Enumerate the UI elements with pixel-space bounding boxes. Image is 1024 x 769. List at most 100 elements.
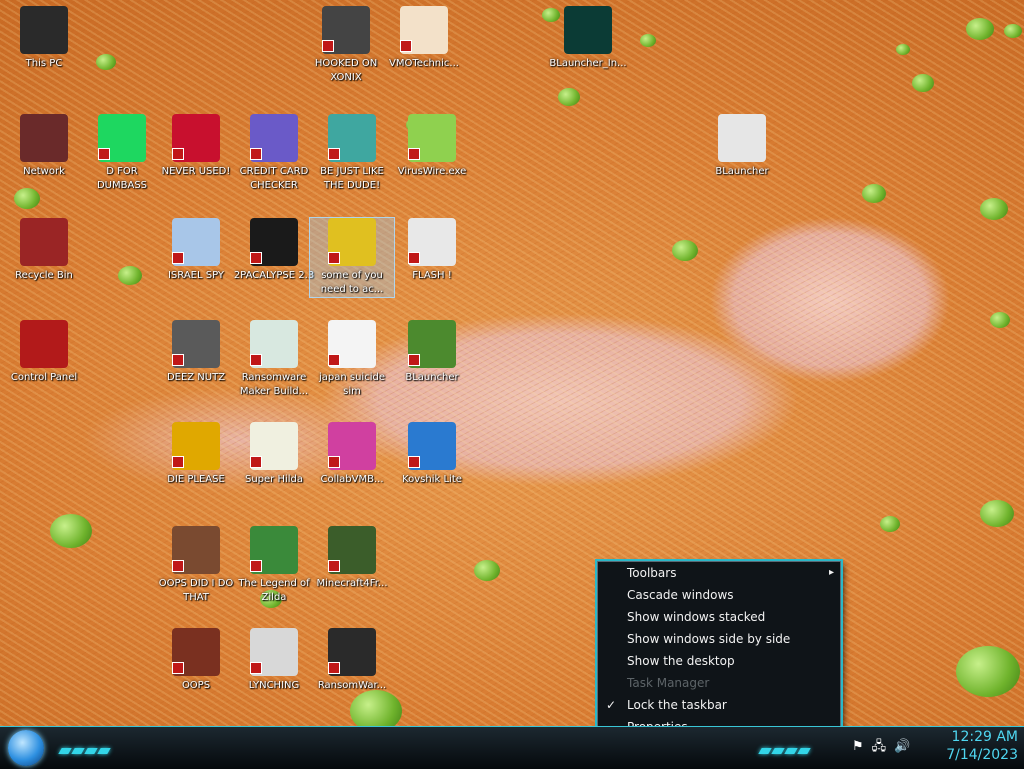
skull-icon [328,628,376,676]
taskbar-context-menu: Toolbars ▸ Cascade windows Show windows sta… [597,561,841,743]
desktop-icon[interactable]: some of you need to ac... [309,217,395,298]
menu-item-toolbars[interactable]: Toolbars ▸ [598,562,840,584]
desktop-icon[interactable]: LYNCHING [232,628,316,693]
volume-icon[interactable]: 🔊 [894,739,910,754]
desktop-icon[interactable]: CREDIT CARD CHECKER [232,114,316,193]
shortcut-badge-icon [250,662,262,674]
grass-block-icon [408,320,456,368]
desktop-icon[interactable]: DEEZ NUTZ [154,320,238,385]
devcpp-icon [172,114,220,162]
santa-icon [328,114,376,162]
desktop-icon-label: OOPS [181,680,211,691]
desktop-icon-label: Minecraft4Fr... [316,578,388,589]
desktop-icon[interactable]: OOPS DID I DO THAT [154,526,238,605]
pea-decoration [558,88,580,106]
clock-date: 7/14/2023 [946,747,1018,763]
clock-time: 12:29 AM [951,729,1018,745]
pea-decoration [862,184,886,203]
desktop-icon-label: DEEZ NUTZ [166,372,226,383]
pea-decoration [1004,24,1022,38]
desktop[interactable]: This PC HOOKED ON XONIX VMOTechnic... BLaun… [0,0,1024,726]
taskbar[interactable]: ⚑ 🖧 🔊 12:29 AM 7/14/2023 [0,726,1024,769]
shortcut-badge-icon [250,252,262,264]
pea-decoration [990,312,1010,328]
desktop-icon-label: Network [23,166,65,177]
desktop-icon-label: DIE PLEASE [167,474,225,485]
blauncher-icon [718,114,766,162]
desktop-icon[interactable]: Control Panel [2,320,86,385]
desktop-icon[interactable]: DIE PLEASE [154,422,238,487]
network-tray-icon[interactable]: 🖧 [872,739,887,754]
zelda-character-icon [250,526,298,574]
desktop-icon[interactable]: This PC [2,6,86,71]
desktop-icon[interactable]: Minecraft4Fr... [310,526,394,591]
pea-decoration [880,516,900,532]
shortcut-badge-icon [400,40,412,52]
desktop-icon[interactable]: 2PACALYPSE 2.3 [232,218,316,283]
desktop-icon[interactable]: Super Hilda [232,422,316,487]
menu-item-show-windows-stacked[interactable]: Show windows stacked [598,606,840,628]
desktop-icon-label: HOOKED ON XONIX [314,58,378,83]
shortcut-badge-icon [328,662,340,674]
desktop-icon-label: NEVER USED! [161,166,231,177]
menu-item-show-the-desktop[interactable]: Show the desktop [598,650,840,672]
system-tray: ⚑ 🖧 🔊 [852,737,918,759]
game-icon [322,6,370,54]
pea-decoration [912,74,934,92]
desktop-icon[interactable]: The Legend of Zilda [232,526,316,605]
desktop-icon[interactable]: CollabVMB... [310,422,394,487]
desktop-icon[interactable]: Ransomware Maker Build... [232,320,316,399]
menu-item-label: Show the desktop [627,654,735,668]
menu-item-cascade-windows[interactable]: Cascade windows [598,584,840,606]
menu-item-lock-the-taskbar[interactable]: ✓ Lock the taskbar [598,694,840,716]
shortcut-badge-icon [172,560,184,572]
pea-decoration [980,500,1014,527]
menu-item-show-windows-side-by-side[interactable]: Show windows side by side [598,628,840,650]
desktop-icon[interactable]: HOOKED ON XONIX [304,6,388,85]
desktop-icon[interactable]: Kovshik Lite [390,422,474,487]
pea-decoration [118,266,142,285]
noose-icon [250,628,298,676]
desktop-icon-label: CREDIT CARD CHECKER [239,166,309,191]
menu-item-label: Cascade windows [627,588,734,602]
desktop-icon[interactable]: OOPS [154,628,238,693]
desktop-icon-label: BLauncher [405,372,459,383]
desktop-icon[interactable]: BLauncher_In... [546,6,630,71]
desktop-icon-label: FLASH ! [412,270,452,281]
windows-stack-icon [172,320,220,368]
desktop-icon-label: D FOR DUMBASS [96,166,148,191]
desktop-icon[interactable]: BE JUST LIKE THE DUDE! [310,114,394,193]
window-app-icon [250,320,298,368]
clock[interactable]: 12:29 AM 7/14/2023 [946,728,1018,764]
doctor-icon [400,6,448,54]
start-button[interactable] [8,730,44,766]
shortcut-badge-icon [408,252,420,264]
shortcut-badge-icon [328,560,340,572]
desktop-icon[interactable]: D FOR DUMBASS [80,114,164,193]
desktop-icon[interactable]: Recycle Bin [2,218,86,283]
desktop-icon[interactable]: BLauncher [390,320,474,385]
pea-decoration [980,198,1008,220]
desktop-icon[interactable]: Network [2,114,86,179]
desktop-icon[interactable]: VirusWire.exe [390,114,474,179]
desktop-icon[interactable]: ISRAEL SPY [154,218,238,283]
desktop-icon[interactable]: FLASH ! [390,218,474,283]
shortcut-badge-icon [408,148,420,160]
desktop-icon[interactable]: BLauncher [700,114,784,179]
flag-icon[interactable]: ⚑ [852,739,864,754]
desktop-icon[interactable]: japan suicide sim [310,320,394,399]
desktop-icon-label: Super Hilda [244,474,304,485]
desktop-icon-label: CollabVMB... [320,474,384,485]
shortcut-badge-icon [328,252,340,264]
taskbar-decor-lights-left [58,739,112,754]
desktop-icon[interactable]: VMOTechnic... [382,6,466,71]
submenu-arrow-icon: ▸ [828,567,834,578]
desktop-icon-label: BE JUST LIKE THE DUDE! [320,166,384,191]
box-icon [172,628,220,676]
desktop-icon[interactable]: NEVER USED! [154,114,238,179]
menu-item-label: Toolbars [627,566,677,580]
desktop-icon[interactable]: RansomWar... [310,628,394,693]
de-app-icon [172,422,220,470]
desktop-icon-label: 2PACALYPSE 2.3 [233,270,315,281]
desktop-icon-label: Recycle Bin [15,270,73,281]
